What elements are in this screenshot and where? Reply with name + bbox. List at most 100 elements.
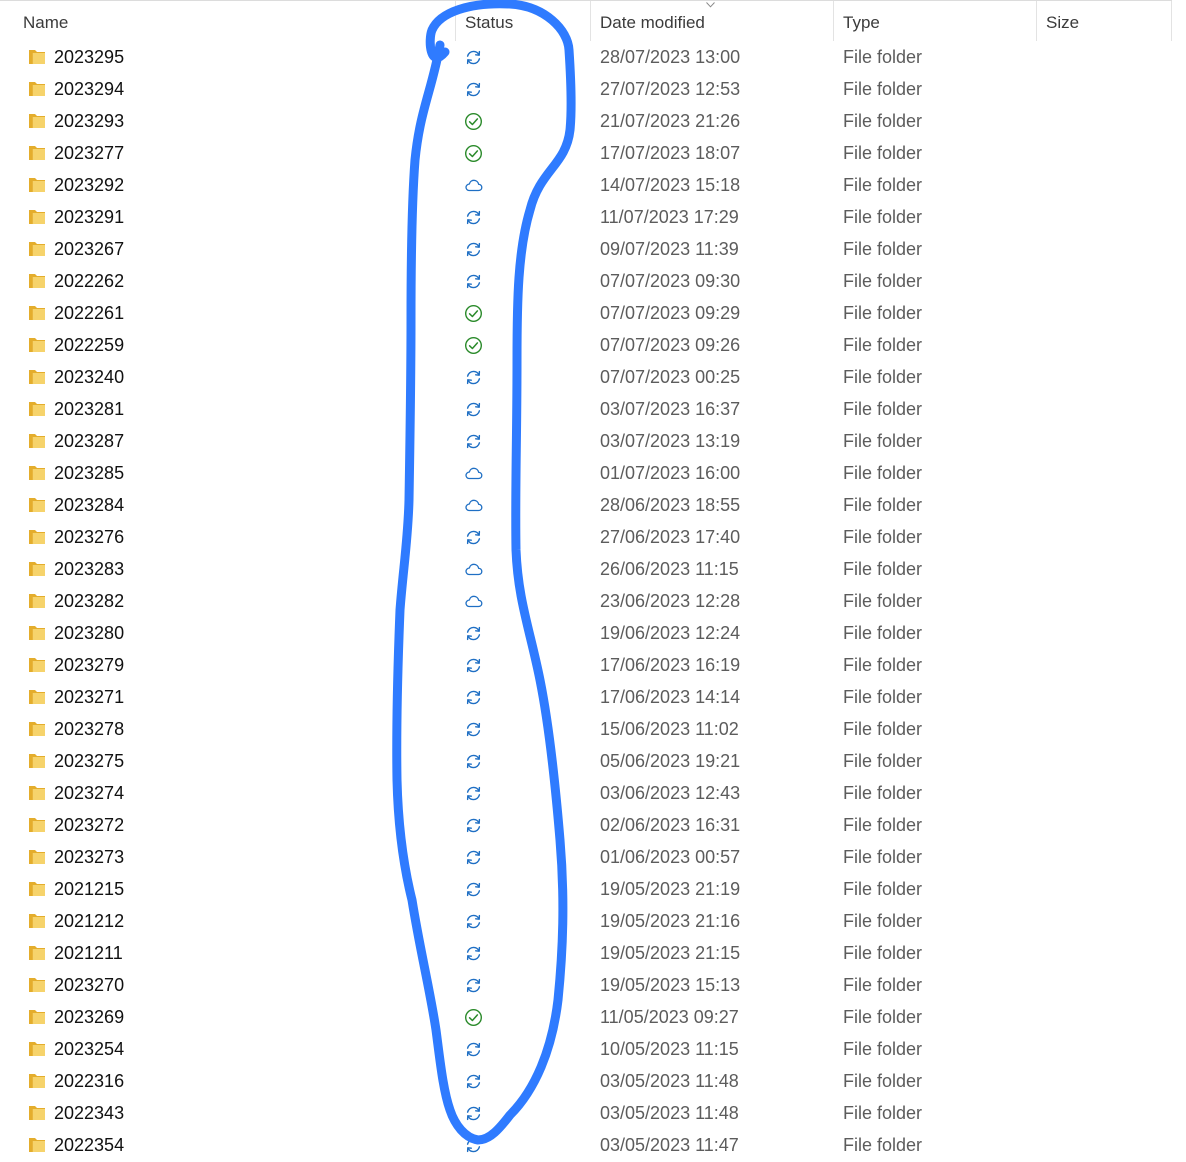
file-row[interactable]: 2021215 19/05/2023 21:19 File folder (0, 873, 1186, 905)
file-row[interactable]: 2023294 27/07/2023 12:53 File folder (0, 73, 1186, 105)
name-cell: 2023280 (24, 617, 444, 649)
file-row[interactable]: 2023287 03/07/2023 13:19 File folder (0, 425, 1186, 457)
file-row[interactable]: 2023284 28/06/2023 18:55 File folder (0, 489, 1186, 521)
folder-icon (29, 146, 45, 160)
file-row[interactable]: 2023270 19/05/2023 15:13 File folder (0, 969, 1186, 1001)
file-row[interactable]: 2021211 19/05/2023 21:15 File folder (0, 937, 1186, 969)
file-row[interactable]: 2023291 11/07/2023 17:29 File folder (0, 201, 1186, 233)
folder-name: 2023270 (54, 975, 125, 995)
file-row[interactable]: 2021212 19/05/2023 21:16 File folder (0, 905, 1186, 937)
name-cell: 2022259 (24, 329, 444, 361)
folder-icon (29, 722, 45, 736)
date-modified: 19/06/2023 12:24 (600, 623, 741, 643)
folder-name: 2023287 (54, 431, 125, 451)
status-cell (462, 137, 486, 169)
folder-icon (29, 978, 45, 992)
file-row[interactable]: 2023277 17/07/2023 18:07 File folder (0, 137, 1186, 169)
file-type: File folder (843, 943, 923, 963)
name-cell: 2023254 (24, 1033, 444, 1065)
file-row[interactable]: 2023276 27/06/2023 17:40 File folder (0, 521, 1186, 553)
file-row[interactable]: 2023278 15/06/2023 11:02 File folder (0, 713, 1186, 745)
file-type: File folder (843, 495, 923, 515)
file-row[interactable]: 2022354 03/05/2023 11:47 File folder (0, 1129, 1186, 1161)
name-cell: 2023277 (24, 137, 444, 169)
status-cell (462, 937, 486, 969)
file-row[interactable]: 2023275 05/06/2023 19:21 File folder (0, 745, 1186, 777)
date-modified: 10/05/2023 11:15 (600, 1039, 739, 1059)
name-cell: 2022316 (24, 1065, 444, 1097)
file-type: File folder (843, 47, 923, 67)
column-header-size[interactable]: Size (1036, 1, 1172, 41)
file-row[interactable]: 2023282 23/06/2023 12:28 File folder (0, 585, 1186, 617)
file-row[interactable]: 2023293 21/07/2023 21:26 File folder (0, 105, 1186, 137)
date-modified: 01/07/2023 16:00 (600, 463, 741, 483)
cloud-icon (465, 467, 483, 480)
date-modified: 07/07/2023 09:30 (600, 271, 741, 291)
file-row[interactable]: 2022261 07/07/2023 09:29 File folder (0, 297, 1186, 329)
status-cell (462, 841, 486, 873)
sync-icon (466, 530, 481, 545)
name-cell: 2023293 (24, 105, 444, 137)
file-type: File folder (843, 879, 923, 899)
check-icon (464, 304, 483, 323)
folder-name: 2023294 (54, 79, 125, 99)
column-header-status[interactable]: Status (455, 1, 590, 41)
file-row[interactable]: 2023273 01/06/2023 00:57 File folder (0, 841, 1186, 873)
file-type: File folder (843, 239, 923, 259)
column-header-type[interactable]: Type (833, 1, 1036, 41)
file-type: File folder (843, 591, 923, 611)
file-row[interactable]: 2023254 10/05/2023 11:15 File folder (0, 1033, 1186, 1065)
file-type: File folder (843, 687, 923, 707)
status-cell (462, 745, 486, 777)
file-row[interactable]: 2022316 03/05/2023 11:48 File folder (0, 1065, 1186, 1097)
date-modified: 03/07/2023 16:37 (600, 399, 741, 419)
folder-icon (29, 434, 45, 448)
folder-name: 2023279 (54, 655, 125, 675)
date-modified: 17/06/2023 16:19 (600, 655, 741, 675)
sync-icon (466, 722, 481, 737)
file-row[interactable]: 2023272 02/06/2023 16:31 File folder (0, 809, 1186, 841)
file-row[interactable]: 2023292 14/07/2023 15:18 File folder (0, 169, 1186, 201)
file-row[interactable]: 2023274 03/06/2023 12:43 File folder (0, 777, 1186, 809)
file-row[interactable]: 2023285 01/07/2023 16:00 File folder (0, 457, 1186, 489)
file-row[interactable]: 2023279 17/06/2023 16:19 File folder (0, 649, 1186, 681)
name-cell: 2023281 (24, 393, 444, 425)
file-row[interactable]: 2022343 03/05/2023 11:48 File folder (0, 1097, 1186, 1129)
cloud-icon (465, 499, 483, 512)
sync-icon (466, 50, 481, 65)
date-modified: 03/07/2023 13:19 (600, 431, 741, 451)
sort-descending-icon (706, 2, 715, 8)
name-cell: 2023240 (24, 361, 444, 393)
folder-icon (29, 1010, 45, 1024)
folder-icon (29, 1138, 45, 1152)
date-modified: 03/06/2023 12:43 (600, 783, 741, 803)
file-row[interactable]: 2023271 17/06/2023 14:14 File folder (0, 681, 1186, 713)
folder-icon (29, 306, 45, 320)
file-row[interactable]: 2023295 28/07/2023 13:00 File folder (0, 41, 1186, 73)
folder-icon (29, 178, 45, 192)
file-row[interactable]: 2023281 03/07/2023 16:37 File folder (0, 393, 1186, 425)
column-header-name[interactable]: Name (14, 1, 454, 41)
folder-icon (29, 658, 45, 672)
status-cell (462, 873, 486, 905)
file-row[interactable]: 2023269 11/05/2023 09:27 File folder (0, 1001, 1186, 1033)
sync-icon (466, 402, 481, 417)
date-modified: 11/07/2023 17:29 (600, 207, 739, 227)
status-cell (462, 1129, 486, 1161)
file-row[interactable]: 2023280 19/06/2023 12:24 File folder (0, 617, 1186, 649)
date-modified: 27/06/2023 17:40 (600, 527, 741, 547)
file-row[interactable]: 2022259 07/07/2023 09:26 File folder (0, 329, 1186, 361)
file-row[interactable]: 2023240 07/07/2023 00:25 File folder (0, 361, 1186, 393)
name-cell: 2023291 (24, 201, 444, 233)
file-row[interactable]: 2022262 07/07/2023 09:30 File folder (0, 265, 1186, 297)
file-row[interactable]: 2023283 26/06/2023 11:15 File folder (0, 553, 1186, 585)
file-type: File folder (843, 975, 923, 995)
name-cell: 2022261 (24, 297, 444, 329)
folder-icon (29, 690, 45, 704)
date-modified: 11/05/2023 09:27 (600, 1007, 739, 1027)
folder-name: 2023280 (54, 623, 125, 643)
name-cell: 2023269 (24, 1001, 444, 1033)
file-row[interactable]: 2023267 09/07/2023 11:39 File folder (0, 233, 1186, 265)
status-cell (462, 233, 486, 265)
sync-icon (466, 82, 481, 97)
